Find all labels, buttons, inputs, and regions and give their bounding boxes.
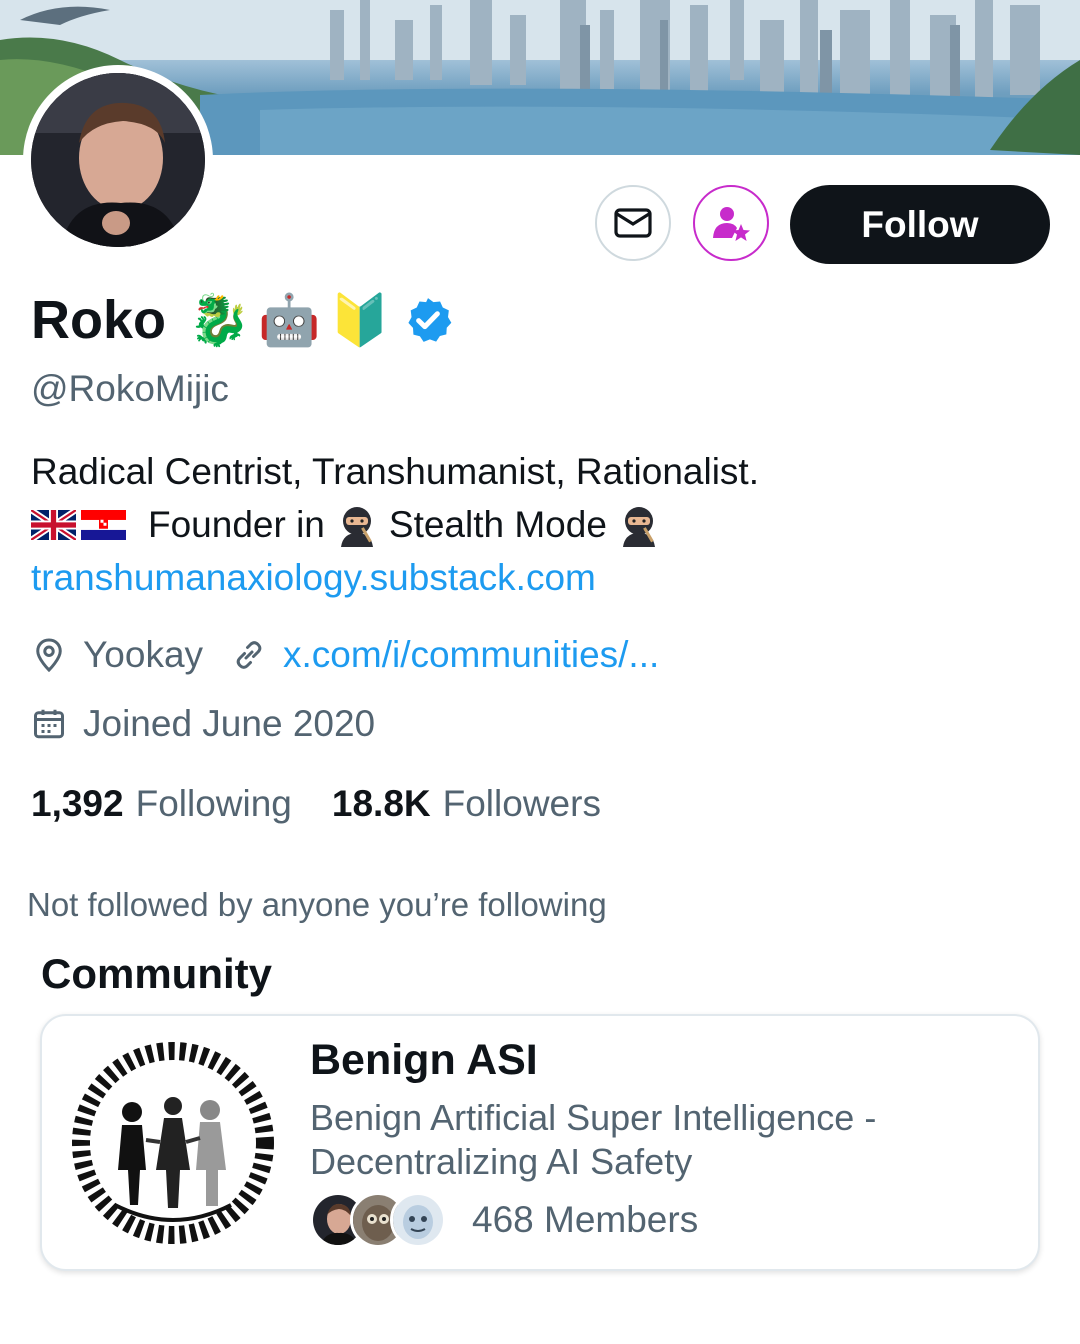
follow-button[interactable]: Follow [790,185,1050,264]
ninja-emoji-icon [340,506,373,547]
profile-joined-date: Joined June 2020 [83,703,376,744]
following-count: 1,392 [31,783,124,824]
bio-line-2: Founder in Stealth Mode [31,498,759,551]
followers-label: Followers [442,783,601,824]
community-members: 468 Members [310,1192,698,1248]
community-logo [72,1042,274,1244]
avatar-photo [31,73,205,247]
robot-emoji: 🤖 [258,291,321,349]
bio-founder-text: Founder in [148,504,325,545]
calendar-icon [34,709,64,739]
bio-stealth-text: Stealth Mode [388,504,607,545]
profile-avatar[interactable] [23,65,213,255]
bio-link[interactable]: transhumanaxiology.substack.com [31,551,759,604]
member-avatar [390,1192,446,1248]
subscribe-button[interactable] [693,185,769,261]
community-name: Benign ASI [310,1036,538,1084]
person-star-icon [713,207,750,241]
community-description: Benign Artificial Super Intelligence - D… [310,1097,877,1182]
bio-line-1: Radical Centrist, Transhumanist, Rationa… [31,451,759,492]
follow-stats: 1,392 Following 18.8K Followers [31,783,601,825]
followers-stat[interactable]: 18.8K Followers [332,783,601,825]
profile-joined-row: Joined June 2020 [31,703,375,745]
community-section-title: Community [41,950,272,997]
ninja-emoji-icon [622,506,655,547]
link-icon [236,641,262,669]
following-stat[interactable]: 1,392 Following [31,783,292,825]
united-kingdom-flag [31,509,76,540]
display-name-row: Roko 🐉 🤖 🔰 [31,285,453,355]
profile-meta-row: Yookay x.com/i/communities/... [31,634,659,676]
dragon-emoji: 🐉 [188,291,251,349]
croatia-flag [81,509,126,540]
profile-website-link[interactable]: x.com/i/communities/... [283,634,659,676]
community-member-count: 468 Members [472,1199,699,1240]
profile-bio: Radical Centrist, Transhumanist, Rationa… [31,445,759,604]
followers-count: 18.8K [331,783,431,824]
community-card[interactable]: Benign ASI Benign Artificial Super Intel… [40,1014,1040,1271]
verified-badge-icon[interactable] [403,295,453,345]
display-name: Roko [31,290,166,350]
followed-by-text: Not followed by anyone you’re following [27,886,607,923]
following-label: Following [135,783,292,824]
envelope-icon [614,208,652,238]
beginner-badge-emoji: 🔰 [328,291,391,349]
message-button[interactable] [595,185,671,261]
profile-location: Yookay [83,634,204,675]
location-pin-icon [36,638,62,673]
profile-handle: @RokoMijic [31,368,229,409]
